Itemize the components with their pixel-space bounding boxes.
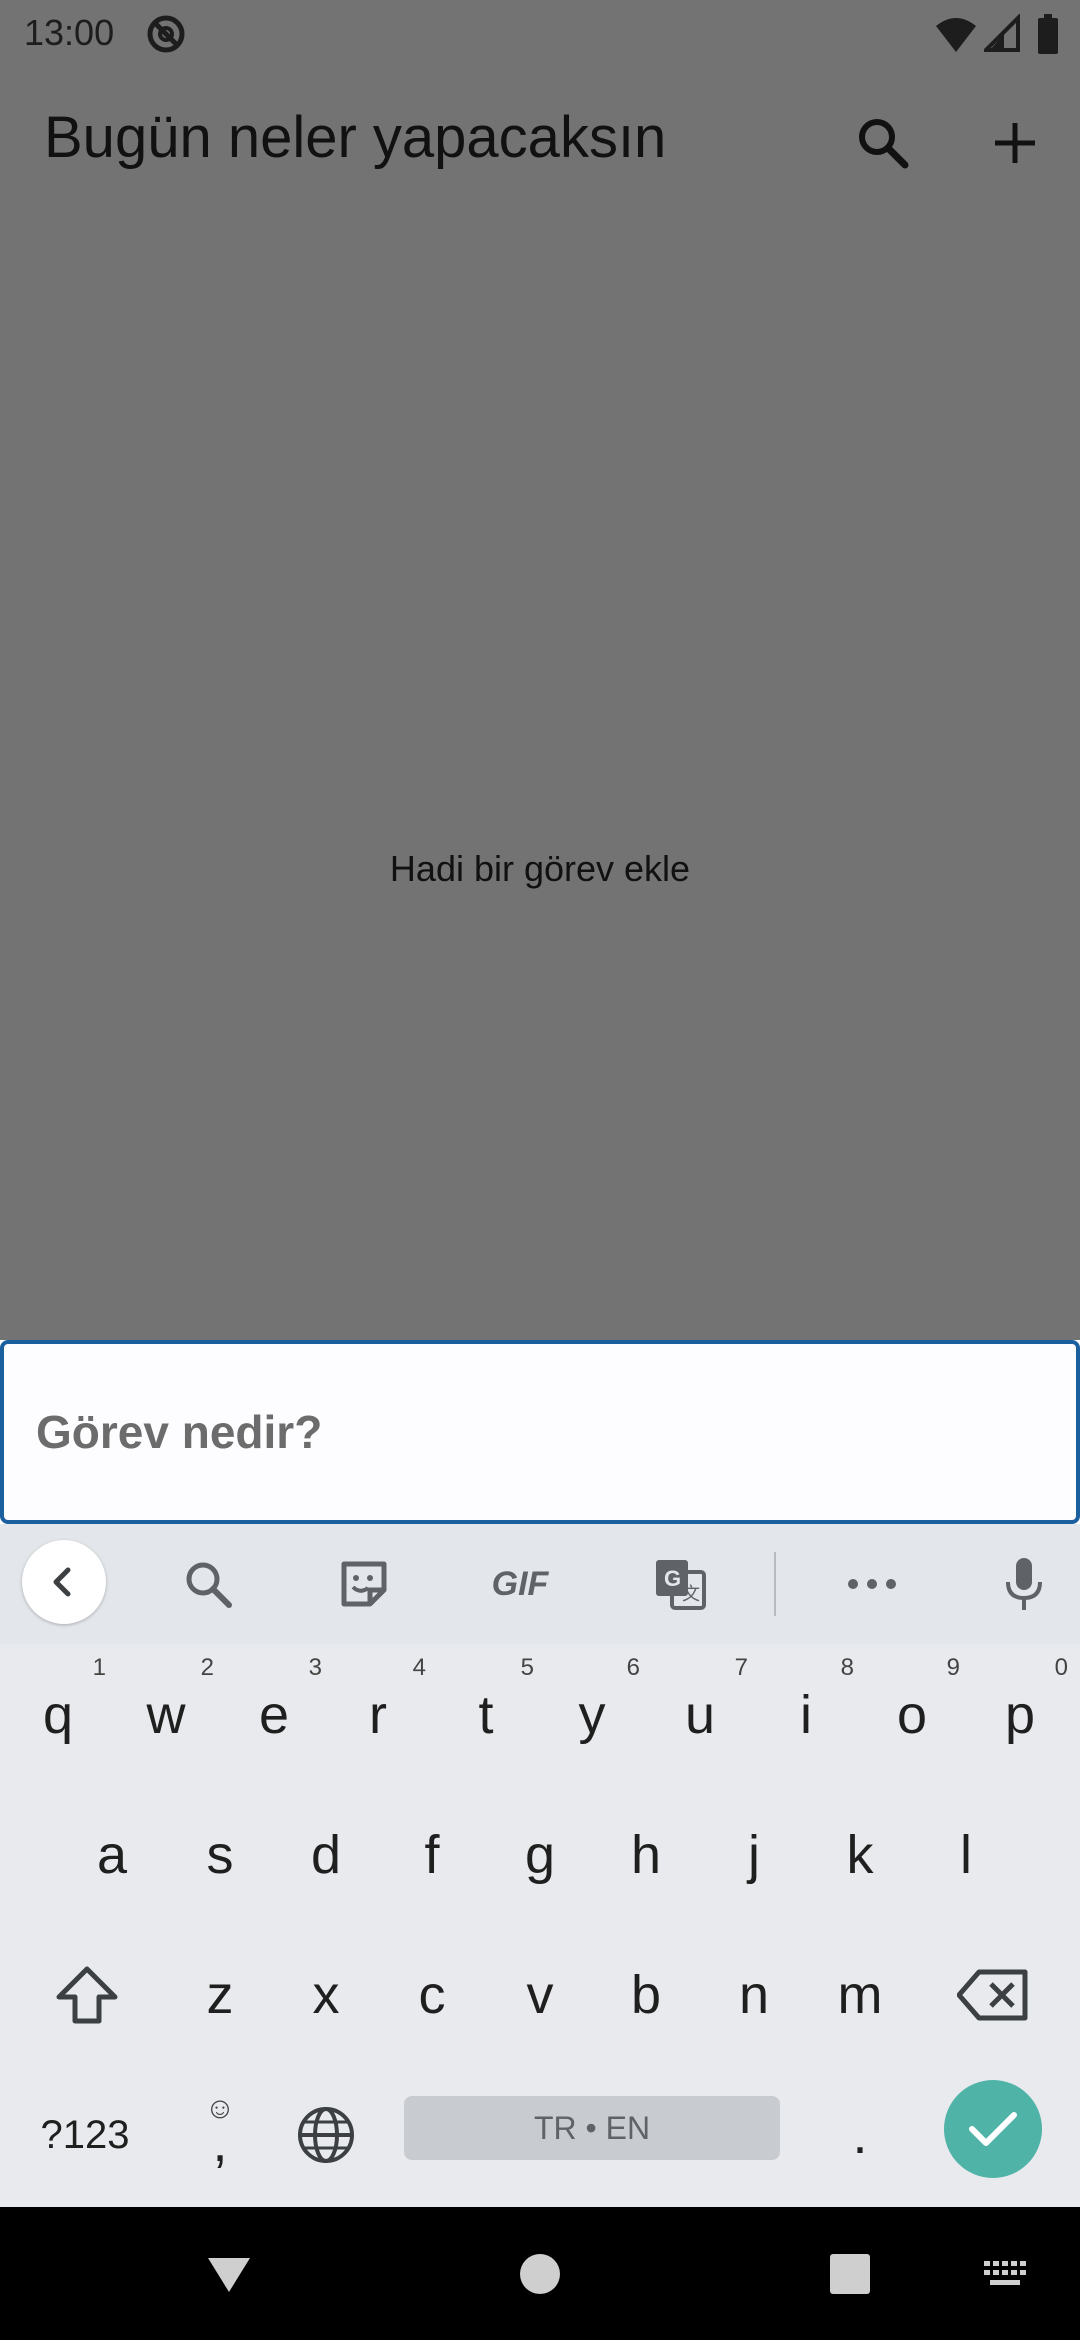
key-e[interactable]: e3	[220, 1650, 328, 1780]
voice-input-button[interactable]	[984, 1548, 1064, 1620]
search-icon	[186, 1562, 232, 1608]
status-time: 13:00	[24, 12, 115, 53]
cell-signal-icon	[981, 13, 1020, 54]
on-screen-keyboard: GIF G文 q1 w2 e3 r4 t5 y6 u7 i8 o9 p0 a s…	[0, 1524, 1080, 2207]
nav-home-button[interactable]	[503, 2237, 577, 2311]
key-o[interactable]: o9	[858, 1650, 966, 1780]
key-b[interactable]: b	[592, 1930, 700, 2060]
key-s[interactable]: s	[166, 1790, 274, 1920]
empty-state-text: Hadi bir görev ekle	[389, 848, 691, 889]
comma-emoji-key[interactable]: ☺ ,	[166, 2070, 274, 2200]
keyboard-switcher-button[interactable]	[968, 2237, 1042, 2311]
globe-icon	[298, 2107, 354, 2163]
checkmark-icon	[969, 2112, 1017, 2146]
key-y[interactable]: y6	[538, 1650, 646, 1780]
task-input[interactable]	[0, 1340, 1080, 1524]
key-x[interactable]: x	[272, 1930, 380, 2060]
key-a[interactable]: a	[58, 1790, 166, 1920]
keyboard-collapse-button[interactable]	[22, 1540, 106, 1624]
key-m[interactable]: m	[806, 1930, 914, 2060]
key-c[interactable]: c	[378, 1930, 486, 2060]
wifi-icon	[934, 14, 978, 54]
key-g[interactable]: g	[486, 1790, 594, 1920]
space-key[interactable]: TR • EN	[404, 2096, 780, 2160]
chevron-left-icon	[53, 1567, 71, 1597]
key-z[interactable]: z	[166, 1930, 274, 2060]
key-v[interactable]: v	[486, 1930, 594, 2060]
keyboard-search-button[interactable]	[168, 1548, 248, 1620]
done-key[interactable]	[944, 2080, 1042, 2178]
key-l[interactable]: l	[912, 1790, 1020, 1920]
language-key[interactable]	[272, 2070, 380, 2200]
key-h[interactable]: h	[592, 1790, 700, 1920]
key-w[interactable]: w2	[112, 1650, 220, 1780]
backspace-icon	[957, 1969, 1028, 2021]
recents-square-icon	[830, 2254, 870, 2294]
key-n[interactable]: n	[700, 1930, 808, 2060]
keyboard-toolbar: GIF G文	[0, 1524, 1080, 1644]
search-icon	[859, 119, 909, 169]
backspace-key[interactable]	[936, 1930, 1050, 2060]
microphone-icon	[1006, 1558, 1042, 1610]
search-button[interactable]	[846, 106, 920, 180]
key-f[interactable]: f	[378, 1790, 486, 1920]
plus-icon	[995, 123, 1035, 163]
more-horizontal-icon	[848, 1579, 896, 1589]
back-triangle-icon	[208, 2258, 250, 2292]
nav-back-button[interactable]	[192, 2237, 266, 2311]
home-circle-icon	[520, 2254, 560, 2294]
svg-text:文: 文	[682, 1584, 700, 1604]
more-options-button[interactable]	[832, 1548, 912, 1620]
gif-button[interactable]: GIF	[478, 1548, 562, 1620]
period-key[interactable]: .	[806, 2070, 914, 2200]
svg-text:G: G	[664, 1566, 681, 1591]
toolbar-divider	[774, 1552, 776, 1616]
page-title: Bugün neler yapacaksın	[44, 105, 667, 170]
sticker-button[interactable]	[324, 1548, 404, 1620]
task-input-sheet	[0, 1340, 1080, 1524]
key-j[interactable]: j	[700, 1790, 808, 1920]
key-u[interactable]: u7	[646, 1650, 754, 1780]
shift-key[interactable]	[30, 1930, 144, 2060]
sticker-icon	[341, 1561, 387, 1607]
key-i[interactable]: i8	[752, 1650, 860, 1780]
keyboard-icon	[984, 2261, 1026, 2285]
key-q[interactable]: q1	[4, 1650, 112, 1780]
nav-recents-button[interactable]	[813, 2237, 887, 2311]
translate-button[interactable]: G文	[640, 1548, 720, 1620]
shift-icon	[56, 1966, 118, 2024]
key-d[interactable]: d	[272, 1790, 380, 1920]
status-bar: 13:00	[0, 0, 1080, 66]
system-navigation-bar	[0, 2207, 1080, 2340]
key-k[interactable]: k	[806, 1790, 914, 1920]
key-r[interactable]: r4	[324, 1650, 432, 1780]
key-p[interactable]: p0	[966, 1650, 1074, 1780]
battery-icon	[1036, 14, 1060, 54]
symbols-key[interactable]: ?123	[20, 2070, 150, 2200]
key-t[interactable]: t5	[432, 1650, 540, 1780]
do-not-disturb-icon	[146, 14, 186, 54]
translate-icon: G文	[656, 1560, 706, 1610]
add-task-button[interactable]	[978, 106, 1052, 180]
